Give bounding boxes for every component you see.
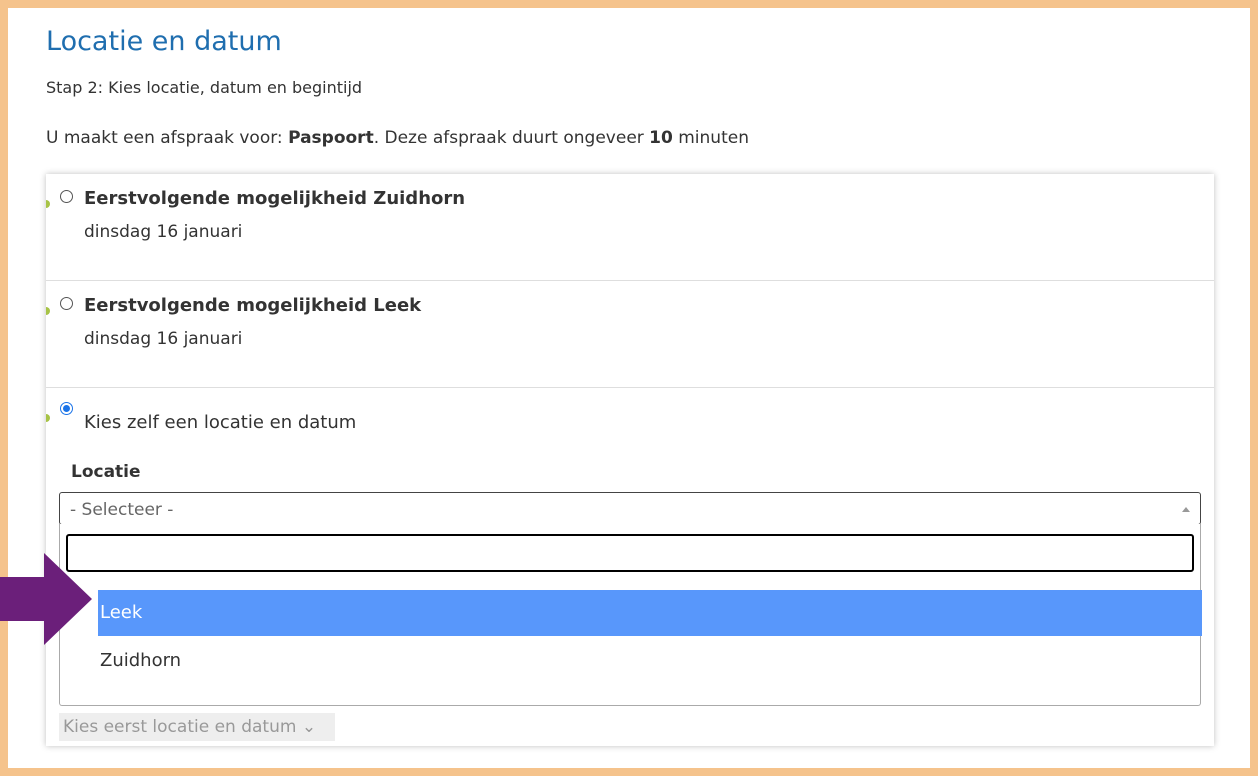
location-dropdown: Leek Zuidhorn [59,524,1202,706]
option-zuidhorn[interactable]: Eerstvolgende mogelijkheid Zuidhorn dins… [46,174,1214,281]
radio-choose-own[interactable] [60,402,73,415]
location-select[interactable]: - Selecteer - [59,492,1201,525]
location-search-input[interactable] [66,534,1194,572]
caret-up-icon [1182,507,1190,512]
page-panel: Locatie en datum Stap 2: Kies locatie, d… [8,8,1250,768]
bullet-marker [46,414,50,422]
bullet-marker [46,307,50,315]
dropdown-option-leek[interactable]: Leek [98,590,1202,636]
time-select[interactable]: Kies eerst locatie en datum ⌄ [59,713,335,741]
location-options-card: Eerstvolgende mogelijkheid Zuidhorn dins… [46,174,1214,746]
duration-value: 10 [649,128,673,148]
option-title: Eerstvolgende mogelijkheid Leek [84,295,422,316]
option-date: dinsdag 16 januari [84,329,243,349]
location-label: Locatie [71,462,141,482]
product-name: Paspoort [288,128,374,148]
page-title: Locatie en datum [46,26,282,57]
location-select-placeholder: - Selecteer - [70,500,174,520]
option-title: Eerstvolgende mogelijkheid Zuidhorn [84,188,466,209]
radio-leek[interactable] [60,297,73,310]
option-choose-own-label: Kies zelf een locatie en datum [84,412,357,433]
right-arrow-icon [0,553,92,645]
appointment-info: U maakt een afspraak voor: Paspoort. Dez… [46,128,749,148]
step-text: Stap 2: Kies locatie, datum en begintijd [46,78,363,97]
info-middle: . Deze afspraak duurt ongeveer [373,128,650,148]
option-date: dinsdag 16 januari [84,222,243,242]
info-suffix: minuten [672,128,749,148]
radio-zuidhorn[interactable] [60,190,73,203]
dropdown-option-zuidhorn[interactable]: Zuidhorn [98,638,1202,684]
bullet-marker [46,200,50,208]
info-prefix: U maakt een afspraak voor: [46,128,289,148]
option-leek[interactable]: Eerstvolgende mogelijkheid Leek dinsdag … [46,280,1214,388]
